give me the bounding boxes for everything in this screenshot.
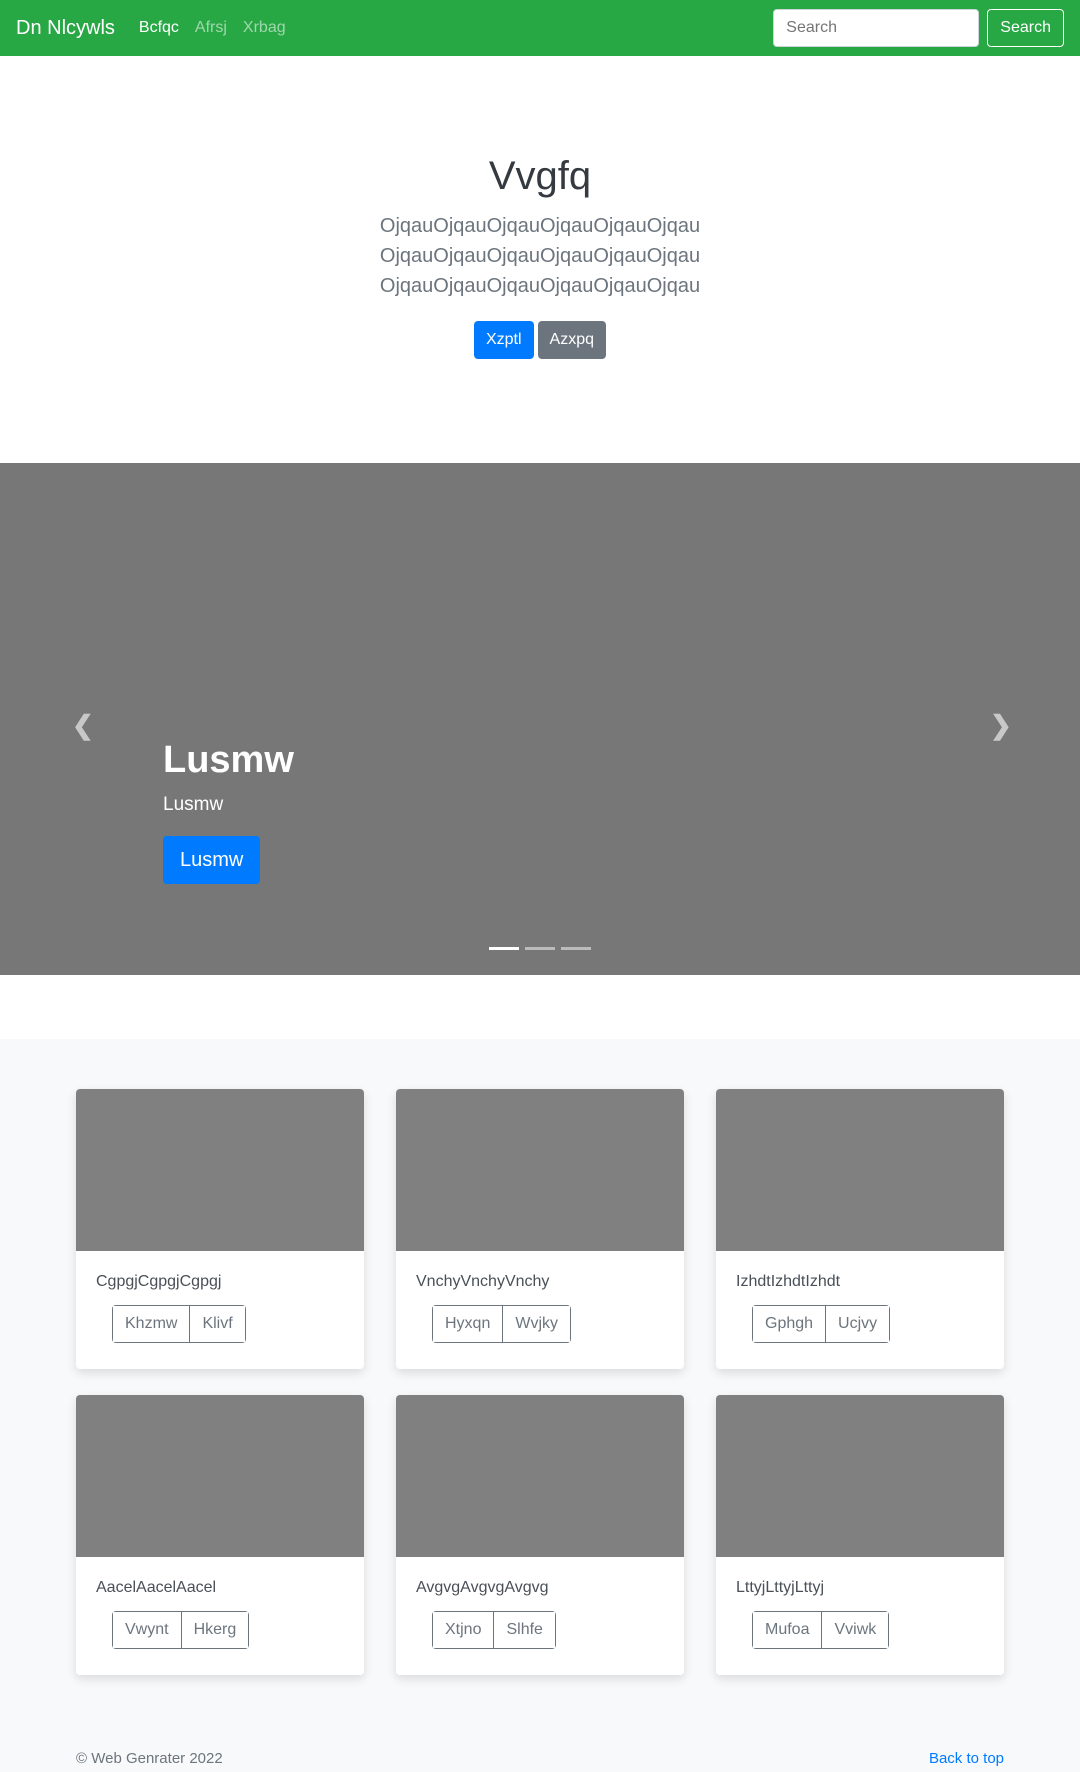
chevron-left-icon[interactable]: ❮ [72, 710, 94, 741]
card-button[interactable]: Klivf [189, 1306, 245, 1342]
card-button[interactable]: Wvjky [502, 1306, 571, 1342]
card-button[interactable]: Vviwk [821, 1612, 889, 1648]
card-button-group: Khzmw Klivf [112, 1305, 246, 1343]
copyright: © Web Genrater 2022 [76, 1750, 223, 1767]
card-button-group: Xtjno Slhfe [432, 1611, 556, 1649]
carousel-indicator[interactable] [489, 947, 519, 950]
card-button-group: Vwynt Hkerg [112, 1611, 250, 1649]
card-button[interactable]: Hyxqn [433, 1306, 503, 1342]
primary-button[interactable]: Xzptl [473, 321, 534, 359]
card-button[interactable]: Hkerg [180, 1612, 249, 1648]
card-image [76, 1089, 364, 1251]
footer: © Web Genrater 2022 Back to top [76, 1750, 1004, 1767]
carousel-heading: Lusmw [163, 739, 294, 781]
secondary-button[interactable]: Azxpq [537, 321, 607, 359]
card-button-group: Hyxqn Wvjky [432, 1305, 572, 1343]
card-button-group: Mufoa Vviwk [752, 1611, 890, 1649]
back-to-top-link[interactable]: Back to top [929, 1750, 1004, 1767]
nav-link-2[interactable]: Afrsj [195, 19, 227, 37]
card: LttyjLttyjLttyj Mufoa Vviwk [716, 1395, 1004, 1675]
card: AvgvgAvgvgAvgvg Xtjno Slhfe [396, 1395, 684, 1675]
card: VnchyVnchyVnchy Hyxqn Wvjky [396, 1089, 684, 1369]
carousel-text: Lusmw [163, 794, 224, 815]
card-image [396, 1395, 684, 1557]
card-button-group: Gphgh Ucjvy [752, 1305, 891, 1343]
card-title: CgpgjCgpgjCgpgj [96, 1273, 222, 1290]
nav-link-3[interactable]: Xrbag [243, 19, 286, 37]
search-input[interactable] [773, 9, 980, 47]
hero-text-line: OjqauOjqauOjqauOjqauOjqauOjqau [379, 275, 701, 297]
hero: Vvgfq OjqauOjqauOjqauOjqauOjqauOjqau Ojq… [0, 56, 1080, 463]
card-button[interactable]: Mufoa [753, 1612, 822, 1648]
card: IzhdtIzhdtIzhdt Gphgh Ucjvy [716, 1089, 1004, 1369]
card: CgpgjCgpgjCgpgj Khzmw Klivf [76, 1089, 364, 1369]
card-image [716, 1089, 1004, 1251]
hero-text-line: OjqauOjqauOjqauOjqauOjqauOjqau [379, 245, 701, 267]
card-image [76, 1395, 364, 1557]
card-button[interactable]: Slhfe [493, 1612, 555, 1648]
card-image [396, 1089, 684, 1251]
card-button[interactable]: Ucjvy [825, 1306, 890, 1342]
nav-link-1[interactable]: Bcfqc [139, 19, 179, 37]
card-button[interactable]: Gphgh [753, 1306, 826, 1342]
search-button[interactable]: Search [987, 9, 1064, 47]
carousel-indicator[interactable] [525, 947, 555, 950]
hero-title: Vvgfq [488, 154, 592, 198]
carousel-button[interactable]: Lusmw [163, 836, 261, 884]
card-button[interactable]: Vwynt [113, 1612, 181, 1648]
card-button[interactable]: Khzmw [113, 1306, 190, 1342]
card-title: AvgvgAvgvgAvgvg [416, 1579, 549, 1596]
card: AacelAacelAacel Vwynt Hkerg [76, 1395, 364, 1675]
card-button[interactable]: Xtjno [433, 1612, 494, 1648]
card-title: VnchyVnchyVnchy [416, 1273, 550, 1290]
card-title: AacelAacelAacel [96, 1579, 217, 1596]
album: CgpgjCgpgjCgpgj Khzmw Klivf VnchyVnchyVn… [0, 1039, 1080, 1772]
chevron-right-icon[interactable]: ❯ [990, 710, 1012, 741]
card-title: IzhdtIzhdtIzhdt [736, 1273, 841, 1290]
hero-text-line: OjqauOjqauOjqauOjqauOjqauOjqau [379, 215, 701, 237]
brand[interactable]: Dn Nlcywls [16, 17, 115, 40]
card-title: LttyjLttyjLttyj [736, 1579, 825, 1596]
carousel-indicator[interactable] [561, 947, 591, 950]
carousel: ❮ ❯ Lusmw Lusmw Lusmw [0, 463, 1080, 975]
card-image [716, 1395, 1004, 1557]
navbar: Dn Nlcywls Bcfqc Afrsj Xrbag Search [0, 0, 1080, 56]
